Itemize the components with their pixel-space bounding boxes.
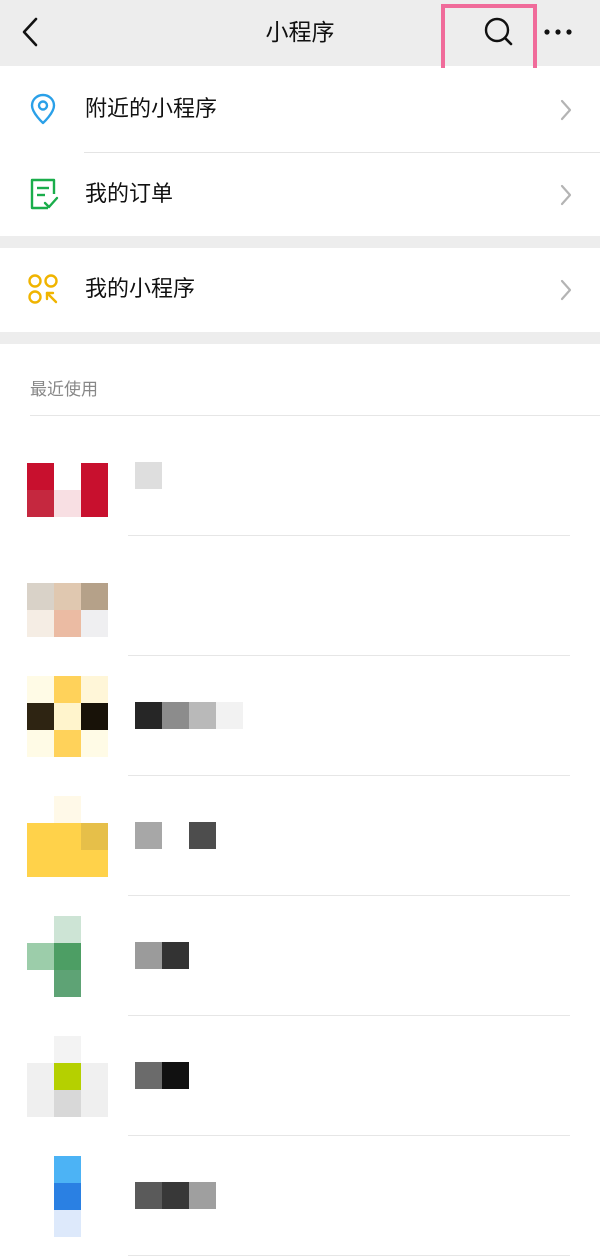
more-button[interactable]: [538, 16, 578, 50]
more-horizontal-icon: [544, 29, 572, 35]
recent-item[interactable]: [0, 776, 600, 896]
recent-item[interactable]: [0, 1136, 600, 1256]
recent-item[interactable]: [0, 656, 600, 776]
recent-item[interactable]: [0, 896, 600, 1016]
menu-item-label: 附近的小程序: [85, 97, 218, 122]
recent-item-name: [135, 942, 189, 969]
menu-item-orders[interactable]: 我的订单: [0, 153, 600, 237]
search-button[interactable]: [478, 12, 518, 52]
menu-item-my-mini-programs[interactable]: 我的小程序: [0, 248, 600, 332]
recent-section-title: 最近使用: [30, 380, 98, 400]
menu-item-nearby[interactable]: 附近的小程序: [0, 68, 600, 152]
app-icon-lime: [27, 1036, 108, 1117]
recent-item[interactable]: [0, 1016, 600, 1136]
order-list-icon: [30, 178, 59, 210]
app-icon-yellow-folder: [27, 796, 108, 877]
back-button[interactable]: [14, 13, 48, 53]
recent-item-name: [135, 1062, 189, 1089]
app-icon-yellow-black: [27, 676, 108, 757]
chevron-right-icon: [560, 184, 572, 206]
section-gap: [0, 236, 600, 248]
recent-item-name: [135, 462, 162, 489]
app-icon-red: [27, 436, 108, 517]
recent-item-name: [135, 1182, 216, 1209]
recent-item[interactable]: [0, 536, 600, 656]
recent-item[interactable]: [0, 416, 600, 536]
app-icon-beige: [27, 556, 108, 637]
search-icon: [484, 17, 513, 46]
app-icon-green-cross: [27, 916, 108, 997]
recent-item-name: [135, 702, 243, 729]
menu-item-label: 我的订单: [85, 182, 174, 207]
app-icon-blue: [27, 1156, 108, 1237]
recent-item-name: [135, 822, 216, 849]
mini-programs-icon: [28, 274, 58, 304]
chevron-left-icon: [22, 17, 38, 47]
menu-item-label: 我的小程序: [85, 277, 196, 302]
nav-bar: 小程序: [0, 0, 600, 66]
section-gap: [0, 332, 600, 344]
chevron-right-icon: [560, 279, 572, 301]
chevron-right-icon: [560, 99, 572, 121]
location-pin-icon: [30, 93, 56, 125]
